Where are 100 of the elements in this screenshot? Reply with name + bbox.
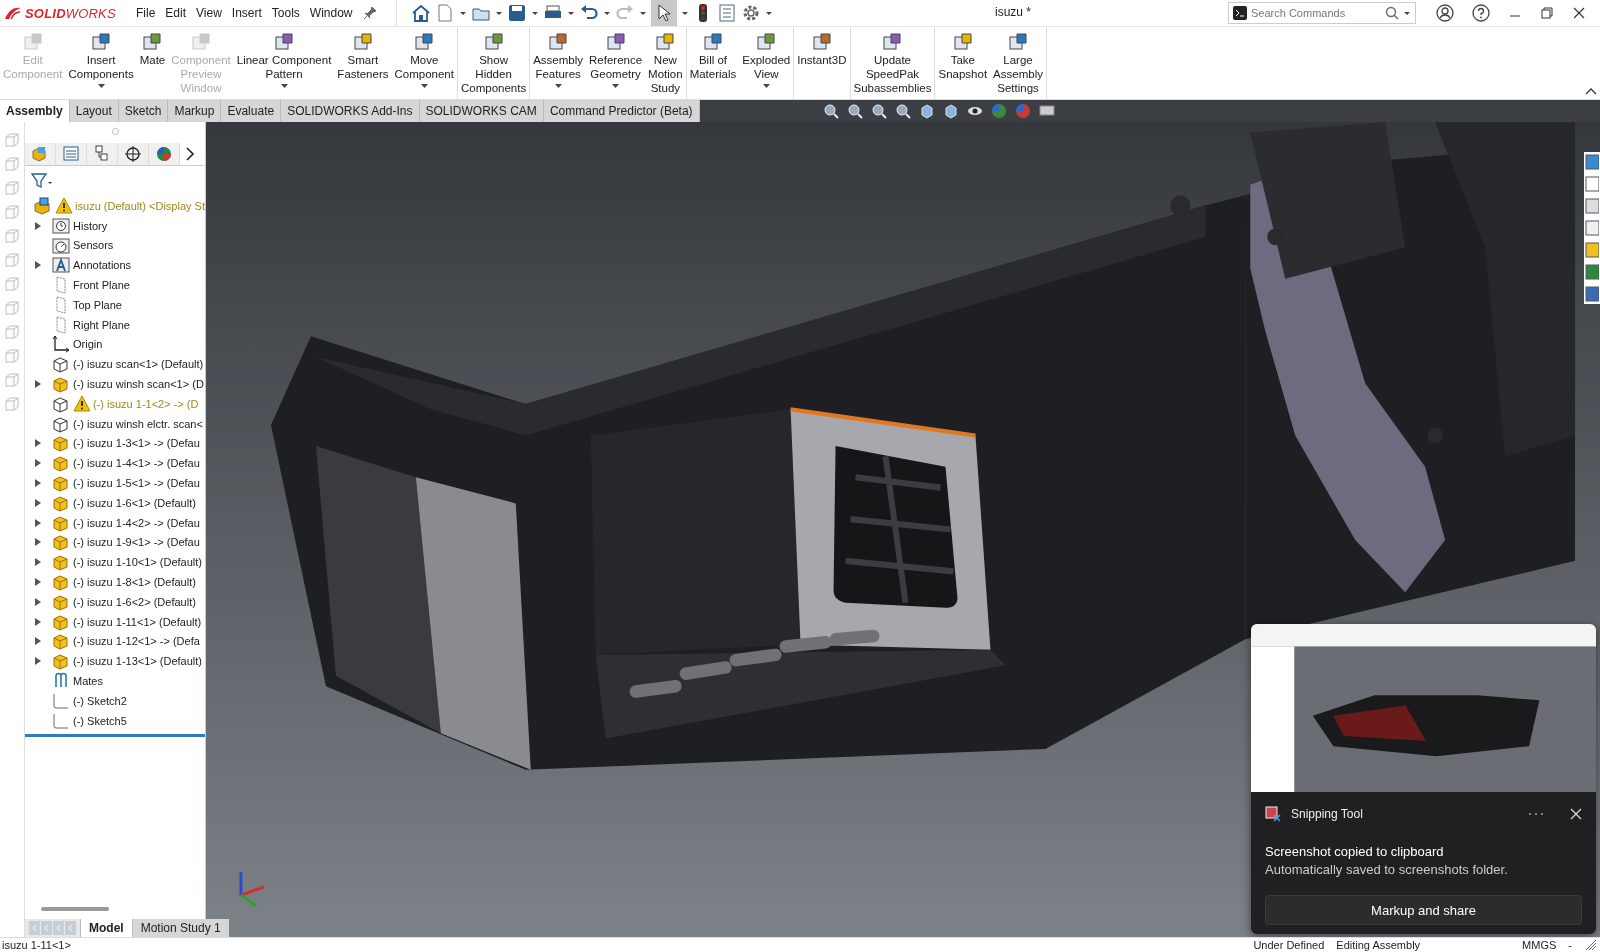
caret-icon[interactable] bbox=[459, 10, 467, 16]
expand-icon[interactable] bbox=[35, 578, 41, 587]
close-icon[interactable] bbox=[1572, 6, 1586, 20]
pointer-icon[interactable] bbox=[651, 0, 677, 26]
feature-tree-tab[interactable] bbox=[25, 143, 56, 165]
tree-item[interactable]: (-) isuzu 1-3<1> -> (Defau bbox=[25, 433, 205, 454]
tree-item[interactable]: (-) isuzu 1-12<1> -> (Defa bbox=[25, 631, 205, 652]
filter-icon[interactable] bbox=[31, 173, 53, 189]
ribbon-tab[interactable]: Sketch bbox=[118, 100, 169, 122]
expand-icon[interactable] bbox=[35, 459, 41, 468]
tree-item[interactable]: Front Plane bbox=[25, 275, 205, 295]
expand-icon[interactable] bbox=[35, 617, 41, 626]
tree-item[interactable]: Top Plane bbox=[25, 295, 205, 315]
tree-item[interactable]: (-) isuzu 1-13<1> (Default) bbox=[25, 651, 205, 672]
save-icon[interactable] bbox=[507, 3, 527, 23]
caret-icon[interactable] bbox=[554, 84, 562, 89]
tree-item[interactable]: (-) isuzu 1-8<1> (Default) bbox=[25, 572, 205, 592]
ribbon-button[interactable]: Reference Geometry bbox=[586, 29, 646, 89]
menu-item[interactable]: Insert bbox=[231, 6, 262, 20]
user-icon[interactable] bbox=[1436, 4, 1454, 22]
ribbon-tab[interactable]: Markup bbox=[168, 100, 222, 122]
caret-icon[interactable] bbox=[681, 10, 689, 16]
tree-item[interactable]: (-) isuzu winsh elctr. scan< bbox=[25, 413, 205, 434]
tree-item[interactable]: Right Plane bbox=[25, 314, 205, 335]
search-field[interactable]: Search Commands bbox=[1251, 7, 1381, 19]
tree-item[interactable]: (-) isuzu 1-4<2> -> (Defau bbox=[25, 512, 205, 533]
ribbon-tab[interactable]: SOLIDWORKS CAM bbox=[419, 100, 544, 122]
ribbon-button[interactable]: Large Assembly Settings bbox=[990, 29, 1046, 95]
caret-icon[interactable] bbox=[280, 84, 288, 89]
screenshot-thumbnail[interactable] bbox=[1251, 624, 1596, 792]
help-icon[interactable] bbox=[1472, 4, 1490, 22]
ribbon-tab[interactable]: Assembly bbox=[0, 100, 70, 122]
expand-icon[interactable] bbox=[35, 657, 41, 666]
display-tab[interactable] bbox=[149, 143, 180, 165]
settings-icon[interactable] bbox=[741, 3, 761, 23]
sphere-icon[interactable] bbox=[989, 102, 1008, 120]
tree-item[interactable]: (-) Sketch2 bbox=[25, 690, 205, 711]
resize-grip-icon[interactable] bbox=[1584, 938, 1598, 952]
tree-item[interactable]: (-) isuzu 1-4<1> -> (Defau bbox=[25, 453, 205, 474]
tree-item[interactable]: isuzu (Default) <Display St bbox=[25, 196, 205, 216]
tree-item[interactable]: (-) isuzu 1-6<2> (Default) bbox=[25, 591, 205, 612]
ribbon-tab[interactable]: Evaluate bbox=[221, 100, 282, 122]
zoom-area-icon[interactable] bbox=[845, 102, 864, 120]
ribbon-tab[interactable]: Command Predictor (Beta) bbox=[543, 100, 700, 122]
tree-item[interactable]: History bbox=[25, 215, 205, 236]
ribbon-button[interactable]: Instant3D bbox=[794, 29, 850, 67]
ribbon-button[interactable]: Update SpeedPak Subassemblies bbox=[850, 29, 935, 95]
view-orientation-icon[interactable] bbox=[893, 102, 912, 120]
caret-icon[interactable] bbox=[603, 10, 611, 16]
ribbon-button[interactable]: New Motion Study bbox=[645, 29, 686, 95]
expand-icon[interactable] bbox=[35, 637, 41, 646]
menu-item[interactable]: Edit bbox=[165, 6, 187, 20]
expand-icon[interactable] bbox=[35, 221, 41, 230]
ribbon-button[interactable]: Show Hidden Components bbox=[457, 29, 530, 95]
more-icon[interactable] bbox=[1528, 812, 1544, 816]
caret-icon[interactable] bbox=[612, 84, 620, 89]
section-view-icon[interactable] bbox=[869, 102, 888, 120]
expand-icon[interactable] bbox=[35, 558, 41, 567]
menu-item[interactable]: File bbox=[136, 6, 156, 20]
pin-icon[interactable] bbox=[362, 6, 377, 20]
tree-item[interactable]: (-) isuzu 1-1<2> -> (D bbox=[25, 393, 205, 414]
bracket-model-drawing[interactable] bbox=[1245, 122, 1575, 640]
bottom-tab[interactable]: Motion Study 1 bbox=[131, 919, 229, 937]
expand-icon[interactable] bbox=[35, 498, 41, 507]
menu-item[interactable]: Tools bbox=[271, 6, 300, 20]
ribbon-tab[interactable]: Layout bbox=[69, 100, 119, 122]
expand-icon[interactable] bbox=[35, 597, 41, 606]
zoom-fit-icon[interactable] bbox=[821, 102, 840, 120]
ribbon-tab[interactable]: SOLIDWORKS Add-Ins bbox=[281, 100, 420, 122]
search-icon[interactable] bbox=[1385, 6, 1399, 20]
expand-icon[interactable] bbox=[35, 380, 41, 389]
tree-item[interactable]: Mates bbox=[25, 671, 205, 691]
tree-item[interactable]: (-) isuzu 1-11<1> (Default) bbox=[25, 611, 205, 632]
expand-icon[interactable] bbox=[35, 538, 41, 547]
ribbon-button[interactable]: Mate bbox=[136, 29, 169, 67]
ribbon-button[interactable]: Bill of Materials bbox=[686, 29, 740, 81]
ribbon-button[interactable]: Assembly Features bbox=[530, 29, 587, 89]
tree-item[interactable]: (-) isuzu scan<1> (Default) bbox=[25, 354, 205, 375]
collapse-icon[interactable] bbox=[1585, 87, 1597, 95]
markup-share-button[interactable]: Markup and share bbox=[1265, 895, 1582, 925]
caret-icon[interactable] bbox=[495, 10, 503, 16]
expand-icon[interactable] bbox=[35, 439, 41, 448]
tree-item[interactable]: (-) isuzu 1-9<1> -> (Defau bbox=[25, 532, 205, 553]
caret-icon[interactable] bbox=[765, 10, 773, 16]
caret-icon[interactable] bbox=[97, 84, 105, 89]
dimxpert-tab[interactable] bbox=[118, 143, 149, 165]
ribbon-button[interactable]: Move Component bbox=[391, 29, 457, 89]
tree-item[interactable]: Annotations bbox=[25, 255, 205, 276]
caret-icon[interactable] bbox=[567, 10, 575, 16]
tree-item[interactable]: (-) isuzu winsh scan<1> (D bbox=[25, 374, 205, 394]
restore-icon[interactable] bbox=[1540, 6, 1554, 20]
expand-icon[interactable] bbox=[35, 261, 41, 270]
ribbon-button[interactable]: Smart Fasteners bbox=[334, 29, 392, 81]
caret-icon[interactable] bbox=[762, 84, 770, 89]
caret-icon[interactable] bbox=[1403, 10, 1411, 16]
caret-icon[interactable] bbox=[420, 84, 428, 89]
tree-item[interactable]: Origin bbox=[25, 334, 205, 355]
search-box[interactable]: Search Commands bbox=[1228, 2, 1416, 24]
ribbon-button[interactable]: Exploded View bbox=[739, 29, 794, 89]
tree-item[interactable]: Sensors bbox=[25, 235, 205, 256]
